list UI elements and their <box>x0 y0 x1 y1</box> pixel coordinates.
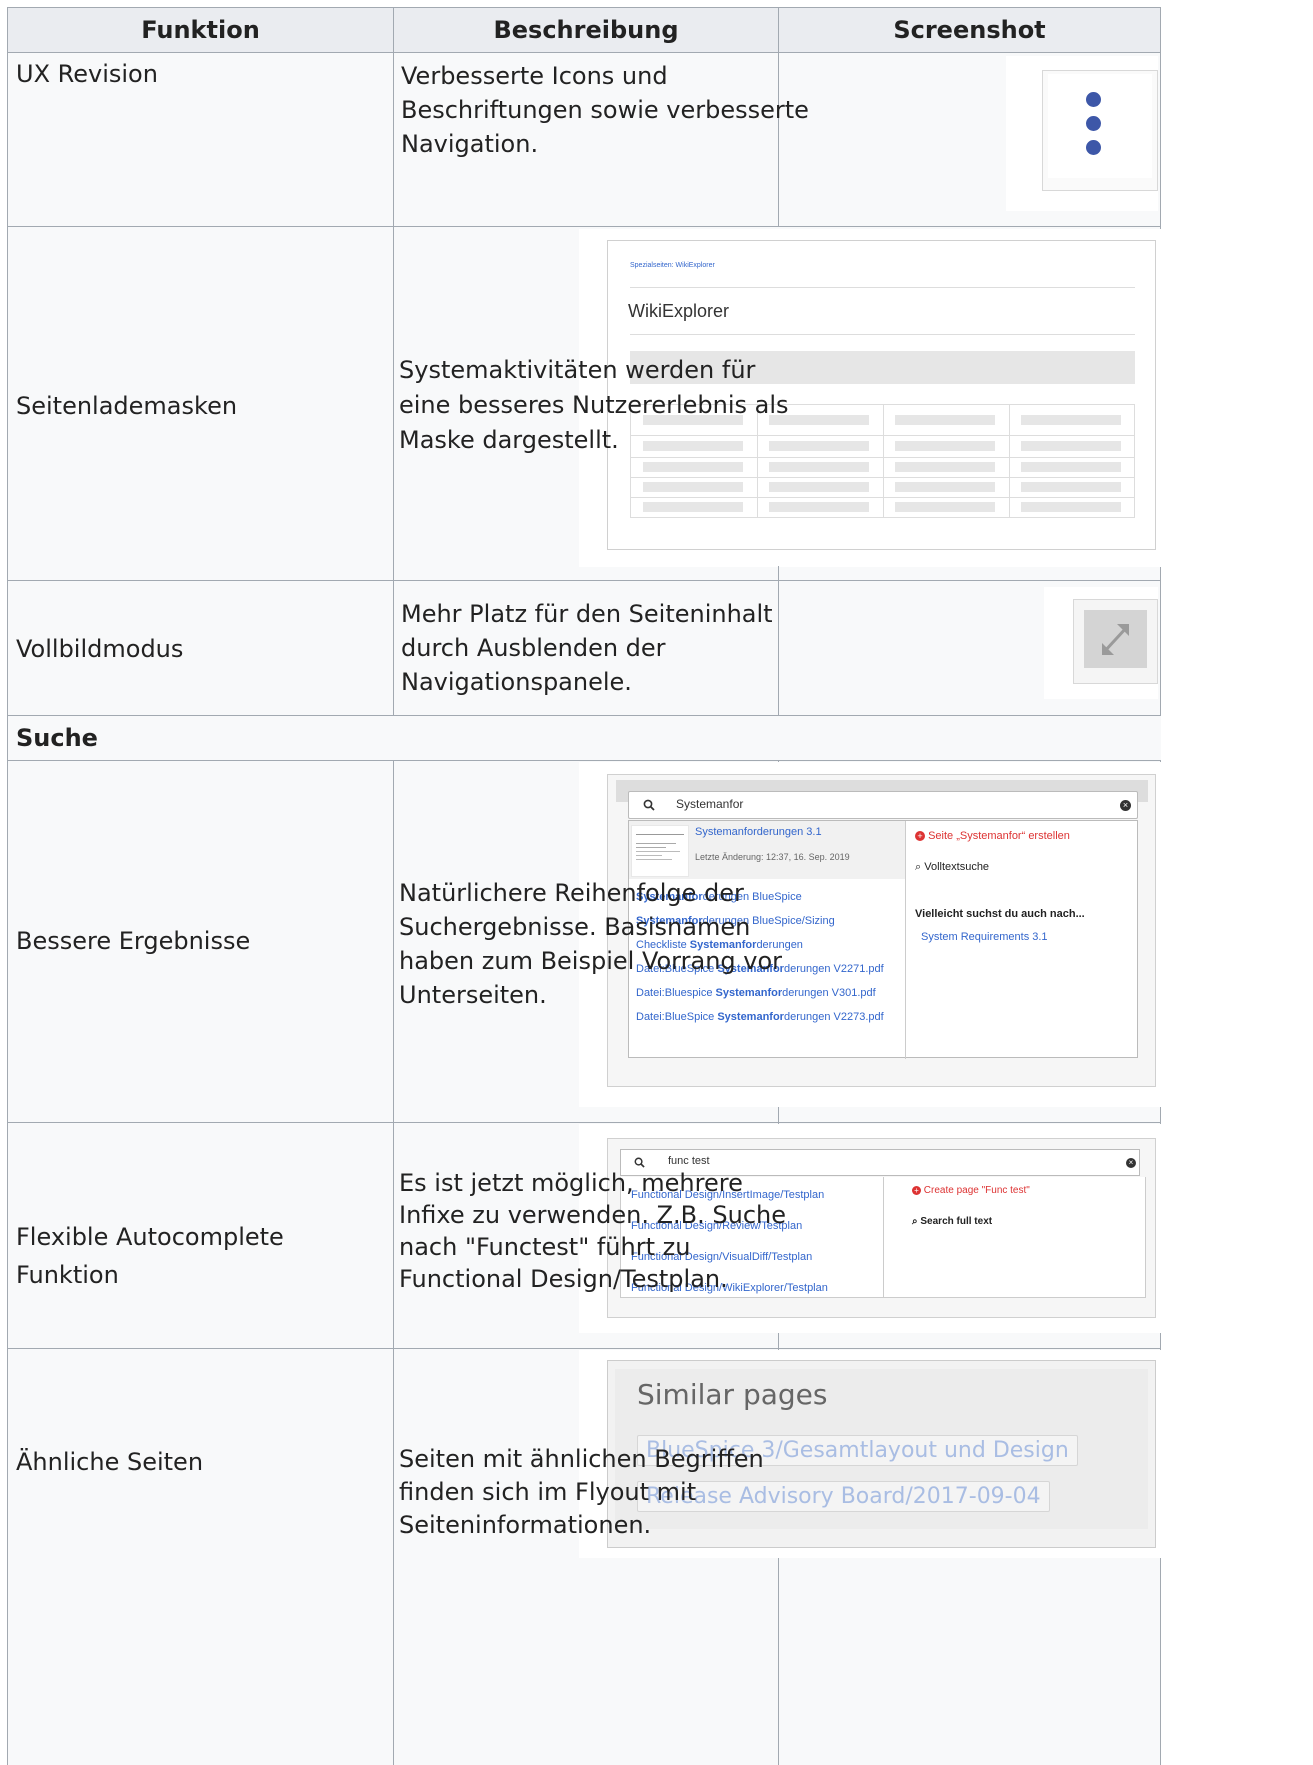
search-query: Systemanfor <box>676 797 744 811</box>
plus-circle-icon: + <box>912 1186 921 1195</box>
desc-line: Beschriftungen sowie verbesserte <box>401 96 809 124</box>
row-bessere-ergebnisse: Bessere Ergebnisse <box>8 761 393 1122</box>
top-result-title[interactable]: Systemanforderungen 3.1 <box>695 826 822 838</box>
function-name: Bessere Ergebnisse <box>16 927 251 955</box>
suggestion-label: Vielleicht suchst du auch nach... <box>915 908 1085 920</box>
header-screenshot: Screenshot <box>779 8 1160 52</box>
clear-icon[interactable]: × <box>1120 800 1131 811</box>
desc-line: Unterseiten. <box>399 981 547 1009</box>
desc-seitenlademasken-text: Systemaktivitäten werden für eine besser… <box>394 353 814 458</box>
similar-pages-title: Similar pages <box>637 1378 828 1411</box>
desc-line: Verbesserte Icons und <box>401 62 668 90</box>
desc-vollbildmodus: Mehr Platz für den Seiteninhalt durch Au… <box>394 581 778 715</box>
search-input[interactable]: Systemanfor × <box>628 791 1138 819</box>
desc-line: Navigationspanele. <box>401 668 632 696</box>
function-name: Vollbildmodus <box>16 635 184 663</box>
function-name: Seitenlademasken <box>16 392 238 420</box>
desc-line: haben zum Beispiel Vorrang vor <box>399 947 783 975</box>
more-vertical-icon <box>1086 92 1102 155</box>
function-name: Flexible Autocomplete Funktion <box>16 1223 284 1289</box>
desc-ux-revision: Verbesserte Icons und Beschriftungen sow… <box>394 53 809 226</box>
row-vollbildmodus: Vollbildmodus <box>8 581 393 715</box>
desc-line: Natürlichere Reihenfolge der <box>399 879 744 907</box>
desc-line: Es ist jetzt möglich, mehrere <box>399 1169 743 1197</box>
desc-line: finden sich im Flyout mit <box>399 1478 697 1506</box>
desc-aehnliche-seiten-text: Seiten mit ähnlichen Begriffen finden si… <box>399 1443 819 1542</box>
search-icon: ⌕ <box>915 861 922 873</box>
create-page-link[interactable]: + Seite „Systemanfor“ erstellen <box>915 830 1070 842</box>
search-icon <box>643 799 655 811</box>
result-thumbnail <box>631 825 689 877</box>
fulltext-search-link[interactable]: ⌕ Volltextsuche <box>915 861 989 874</box>
fulltext-search-link[interactable]: ⌕ Search full text <box>912 1216 992 1227</box>
clear-icon[interactable]: × <box>1126 1158 1136 1168</box>
row-seitenlademasken: Seitenlademasken <box>8 227 393 580</box>
screenshot-ux-revision <box>1006 56 1158 211</box>
header-funktion: Funktion <box>8 8 393 52</box>
desc-flexible-autocomplete-text: Es ist jetzt möglich, mehrere Infixe zu … <box>399 1167 819 1295</box>
breadcrumb[interactable]: Spezialseiten: WikiExplorer <box>630 262 715 269</box>
function-name: Ähnliche Seiten <box>16 1448 204 1476</box>
suggestion-link[interactable]: System Requirements 3.1 <box>921 931 1048 943</box>
search-icon: ⌕ <box>912 1216 918 1227</box>
fullscreen-icon[interactable] <box>1084 610 1147 668</box>
create-page-link[interactable]: + Create page "Func test" <box>912 1185 1030 1196</box>
plus-circle-icon: + <box>915 831 925 841</box>
screenshot-fullscreen <box>1044 587 1158 699</box>
desc-line: Mehr Platz für den Seiteninhalt <box>401 600 773 628</box>
row-flexible-autocomplete: Flexible Autocomplete Funktion <box>8 1123 393 1348</box>
row-ux-revision: UX Revision <box>8 53 393 226</box>
desc-line: eine besseres Nutzererlebnis als <box>399 391 789 419</box>
desc-line: nach "Functest" führt zu <box>399 1233 691 1261</box>
desc-line: durch Ausblenden der <box>401 634 666 662</box>
desc-line: Navigation. <box>401 130 539 158</box>
page-title: WikiExplorer <box>628 301 730 321</box>
function-name: UX Revision <box>16 60 158 88</box>
desc-line: Functional Design/Testplan. <box>399 1265 728 1293</box>
desc-line: Maske dargestellt. <box>399 426 619 454</box>
desc-line: Systemaktivitäten werden für <box>399 356 756 384</box>
desc-line: Suchergebnisse. Basisnamen <box>399 913 751 941</box>
desc-line: Seiteninformationen. <box>399 1511 652 1539</box>
desc-line: Seiten mit ähnlichen Begriffen <box>399 1445 764 1473</box>
top-result-meta: Letzte Änderung: 12:37, 16. Sep. 2019 <box>695 852 850 862</box>
header-beschreibung: Beschreibung <box>394 8 778 52</box>
search-query: func test <box>668 1155 710 1167</box>
row-aehnliche-seiten: Ähnliche Seiten <box>8 1349 393 1765</box>
section-heading-suche: Suche <box>8 716 1161 760</box>
desc-bessere-ergebnisse-text: Natürlichere Reihenfolge der Suchergebni… <box>399 876 819 1012</box>
desc-line: Infixe zu verwenden. Z.B. Suche <box>399 1201 787 1229</box>
